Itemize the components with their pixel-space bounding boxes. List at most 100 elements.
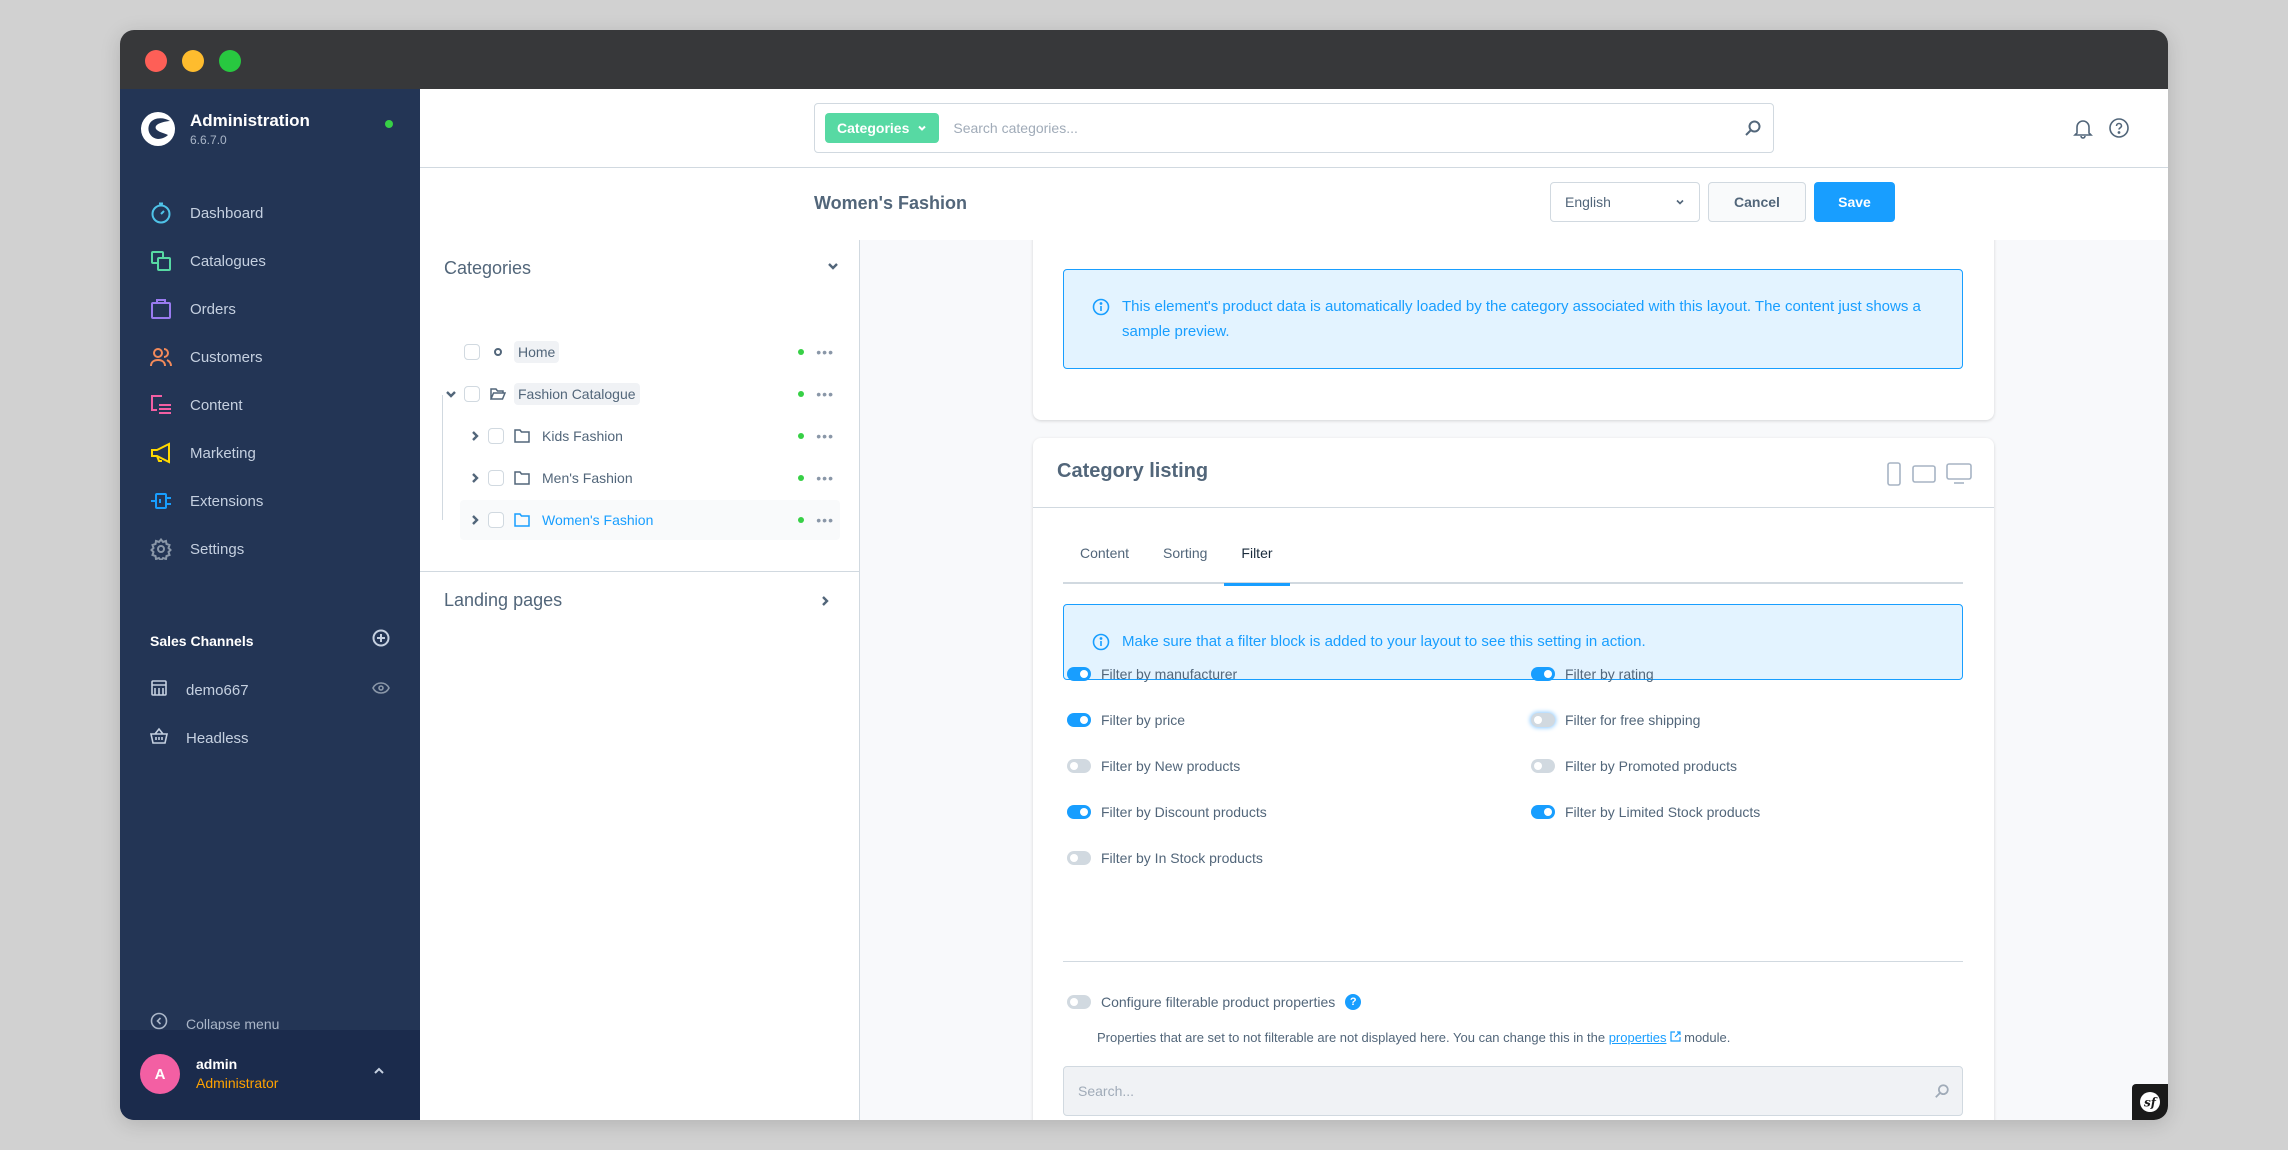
save-button[interactable]: Save bbox=[1814, 182, 1895, 222]
toggle-label: Filter by In Stock products bbox=[1101, 850, 1263, 866]
user-menu[interactable]: A admin Administrator bbox=[120, 1030, 420, 1120]
tab-sorting[interactable]: Sorting bbox=[1146, 534, 1224, 584]
online-status-dot bbox=[385, 120, 393, 128]
tree-item-checkbox[interactable] bbox=[488, 512, 504, 528]
eye-icon[interactable] bbox=[372, 679, 390, 702]
chevron-right-icon[interactable] bbox=[818, 594, 832, 613]
chevron-right-icon[interactable] bbox=[468, 472, 482, 484]
tree-item-mens-fashion[interactable]: Men's Fashion ••• bbox=[468, 458, 840, 498]
landing-pages-accordion[interactable]: Landing pages bbox=[420, 571, 860, 631]
more-actions-icon[interactable]: ••• bbox=[816, 470, 834, 486]
external-link-icon bbox=[1669, 1031, 1681, 1042]
chevron-up-icon[interactable] bbox=[373, 1064, 385, 1082]
tab-filter[interactable]: Filter bbox=[1224, 534, 1290, 586]
toggle-filter-new-products[interactable]: Filter by New products bbox=[1067, 754, 1240, 778]
status-dot bbox=[798, 349, 804, 355]
tree-item-kids-fashion[interactable]: Kids Fashion ••• bbox=[468, 416, 840, 456]
switch[interactable] bbox=[1067, 805, 1091, 819]
tree-item-home[interactable]: Home ••• bbox=[444, 332, 840, 372]
sales-channel-headless[interactable]: Headless bbox=[150, 723, 390, 753]
switch[interactable] bbox=[1531, 805, 1555, 819]
toggle-label: Filter by Discount products bbox=[1101, 804, 1267, 820]
properties-search-input[interactable] bbox=[1064, 1083, 1922, 1099]
toggle-configure-properties[interactable]: Configure filterable product properties … bbox=[1067, 994, 1362, 1010]
switch[interactable] bbox=[1067, 995, 1091, 1009]
search-input[interactable] bbox=[953, 120, 1733, 136]
tab-content[interactable]: Content bbox=[1063, 534, 1146, 584]
tree-item-label[interactable]: Women's Fashion bbox=[538, 509, 657, 531]
properties-hint: Properties that are set to not filterabl… bbox=[1097, 1030, 1730, 1045]
add-sales-channel-icon[interactable] bbox=[372, 629, 390, 652]
tree-item-label[interactable]: Men's Fashion bbox=[538, 467, 637, 489]
toggle-filter-rating[interactable]: Filter by rating bbox=[1531, 662, 1654, 686]
categories-accordion-header[interactable]: Categories bbox=[444, 258, 840, 279]
chevron-down-icon[interactable] bbox=[826, 259, 840, 278]
nav-item-customers[interactable]: Customers bbox=[120, 333, 420, 381]
switch[interactable] bbox=[1067, 759, 1091, 773]
card-header: Category listing bbox=[1033, 438, 1994, 508]
switch[interactable] bbox=[1531, 667, 1555, 681]
nav-item-catalogues[interactable]: Catalogues bbox=[120, 237, 420, 285]
language-select[interactable]: English bbox=[1550, 182, 1700, 222]
nav-item-orders[interactable]: Orders bbox=[120, 285, 420, 333]
toggle-filter-free-shipping[interactable]: Filter for free shipping bbox=[1531, 708, 1700, 732]
close-window-button[interactable] bbox=[145, 50, 167, 72]
properties-link[interactable]: properties bbox=[1609, 1030, 1681, 1045]
switch[interactable] bbox=[1531, 759, 1555, 773]
sales-channel-demo667[interactable]: demo667 bbox=[150, 675, 390, 705]
toggle-filter-promoted[interactable]: Filter by Promoted products bbox=[1531, 754, 1737, 778]
folder-icon bbox=[514, 428, 530, 444]
mobile-icon[interactable] bbox=[1886, 462, 1902, 491]
switch[interactable] bbox=[1067, 667, 1091, 681]
symfony-toolbar-icon[interactable]: sf bbox=[2132, 1084, 2168, 1120]
nav-item-marketing[interactable]: Marketing bbox=[120, 429, 420, 477]
toggle-filter-price[interactable]: Filter by price bbox=[1067, 708, 1185, 732]
page-title: Women's Fashion bbox=[814, 193, 967, 213]
more-actions-icon[interactable]: ••• bbox=[816, 344, 834, 360]
toggle-filter-in-stock[interactable]: Filter by In Stock products bbox=[1067, 846, 1263, 870]
tree-item-label[interactable]: Fashion Catalogue bbox=[514, 383, 640, 405]
help-icon[interactable] bbox=[2108, 117, 2130, 144]
orders-icon bbox=[150, 298, 172, 320]
desktop-icon[interactable] bbox=[1946, 463, 1972, 490]
nav-item-settings[interactable]: Settings bbox=[120, 525, 420, 573]
toggle-label: Filter for free shipping bbox=[1565, 712, 1701, 728]
tree-item-fashion-catalogue[interactable]: Fashion Catalogue ••• bbox=[444, 374, 840, 414]
toggle-filter-limited-stock[interactable]: Filter by Limited Stock products bbox=[1531, 800, 1760, 824]
search-icon[interactable] bbox=[1922, 1083, 1962, 1099]
chevron-right-icon[interactable] bbox=[468, 430, 482, 442]
tree-item-womens-fashion[interactable]: Women's Fashion ••• bbox=[460, 500, 840, 540]
tree-item-checkbox[interactable] bbox=[488, 470, 504, 486]
catalogues-icon bbox=[150, 250, 172, 272]
tree-item-label[interactable]: Home bbox=[514, 341, 560, 363]
more-actions-icon[interactable]: ••• bbox=[816, 512, 834, 528]
search-icon[interactable] bbox=[1733, 119, 1773, 137]
nav-label: Extensions bbox=[190, 492, 264, 510]
nav-item-dashboard[interactable]: Dashboard bbox=[120, 189, 420, 237]
switch[interactable] bbox=[1067, 713, 1091, 727]
search-type-dropdown[interactable]: Categories bbox=[825, 113, 940, 143]
tree-item-checkbox[interactable] bbox=[464, 386, 480, 402]
minimize-window-button[interactable] bbox=[182, 50, 204, 72]
nav-item-content[interactable]: Content bbox=[120, 381, 420, 429]
nav-item-extensions[interactable]: Extensions bbox=[120, 477, 420, 525]
tablet-icon[interactable] bbox=[1912, 464, 1936, 489]
chevron-down-icon[interactable] bbox=[444, 388, 458, 400]
global-search-bar: Categories bbox=[420, 89, 2168, 168]
more-actions-icon[interactable]: ••• bbox=[816, 428, 834, 444]
switch[interactable] bbox=[1531, 713, 1555, 727]
toggle-filter-manufacturer[interactable]: Filter by manufacturer bbox=[1067, 662, 1237, 686]
nav-label: Content bbox=[190, 396, 243, 414]
tree-item-checkbox[interactable] bbox=[488, 428, 504, 444]
bell-icon[interactable] bbox=[2072, 117, 2094, 144]
help-icon[interactable]: ? bbox=[1345, 994, 1362, 1010]
maximize-window-button[interactable] bbox=[219, 50, 241, 72]
chevron-right-icon[interactable] bbox=[468, 514, 482, 526]
cancel-button[interactable]: Cancel bbox=[1708, 182, 1806, 222]
toggle-filter-discount-products[interactable]: Filter by Discount products bbox=[1067, 800, 1267, 824]
tree-item-label[interactable]: Kids Fashion bbox=[538, 425, 627, 447]
switch[interactable] bbox=[1067, 851, 1091, 865]
more-actions-icon[interactable]: ••• bbox=[816, 386, 834, 402]
tree-item-checkbox[interactable] bbox=[464, 344, 480, 360]
brand[interactable]: Administration 6.6.7.0 bbox=[140, 111, 310, 147]
